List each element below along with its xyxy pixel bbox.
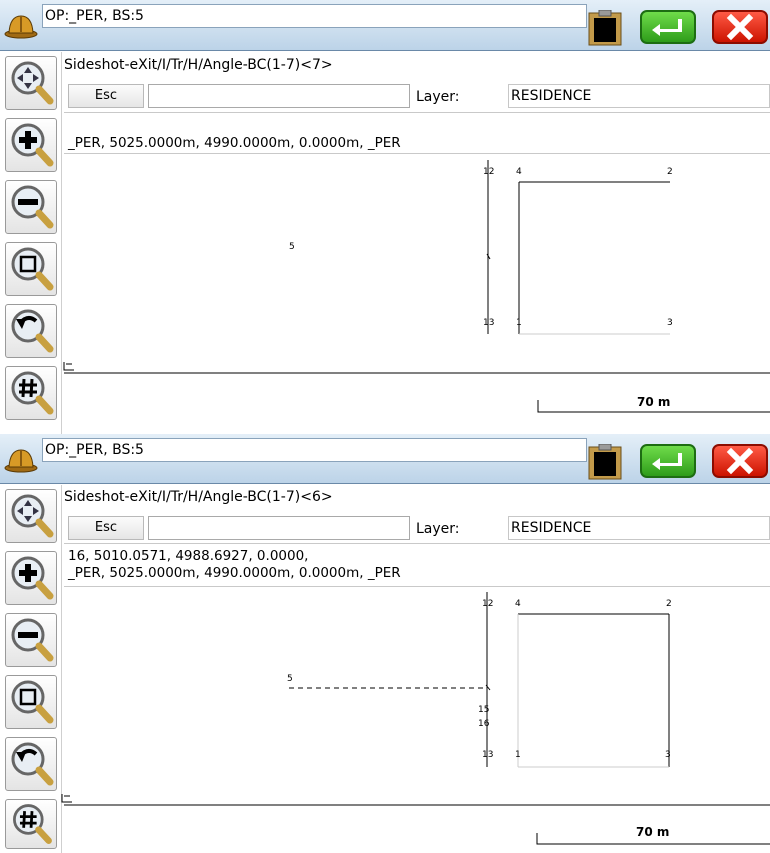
point-label-5: 5 [289,242,295,252]
point-label-2: 2 [666,599,672,609]
scale-label: 70 m [636,825,670,839]
point-label-5: 5 [287,674,293,684]
point-label-1: 1 [516,318,522,328]
point-label-4: 4 [515,599,521,609]
point-label-12: 12 [483,167,494,177]
point-label-1: 1 [515,750,521,760]
plot-area[interactable]: 12 4 2 5 13 1 3 [0,0,770,434]
point-label-12: 12 [482,599,493,609]
point-label-15: 15 [478,705,489,715]
point-label-13: 13 [482,750,493,760]
point-label-3: 3 [665,750,671,760]
plot-area[interactable]: 12 4 2 5 15 16 13 1 3 [0,434,770,853]
point-label-2: 2 [667,167,673,177]
point-label-16: 16 [478,719,490,729]
screen-top: OP:_PER, BS:5 Sideshot-eXit/I/Tr/H/Angle… [0,0,770,434]
point-label-3: 3 [667,318,673,328]
screen-bottom: OP:_PER, BS:5 Sideshot-eXit/I/Tr/H/Angle… [0,434,770,853]
axis-origin-icon [63,362,74,371]
point-label-4: 4 [516,167,522,177]
scale-label: 70 m [637,395,671,409]
point-label-13: 13 [483,318,494,328]
axis-origin-icon [61,794,72,803]
